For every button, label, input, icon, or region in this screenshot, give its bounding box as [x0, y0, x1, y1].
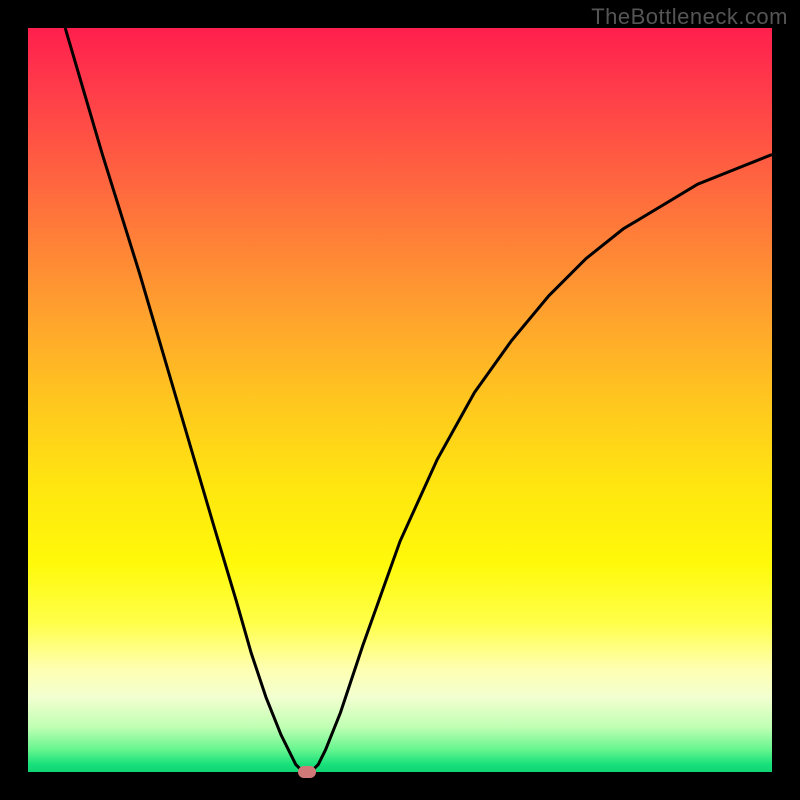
minimum-marker — [298, 766, 316, 778]
plot-area — [28, 28, 772, 772]
chart-frame: TheBottleneck.com — [0, 0, 800, 800]
bottleneck-curve — [28, 28, 772, 772]
curve-path — [65, 28, 772, 772]
watermark-text: TheBottleneck.com — [591, 4, 788, 30]
